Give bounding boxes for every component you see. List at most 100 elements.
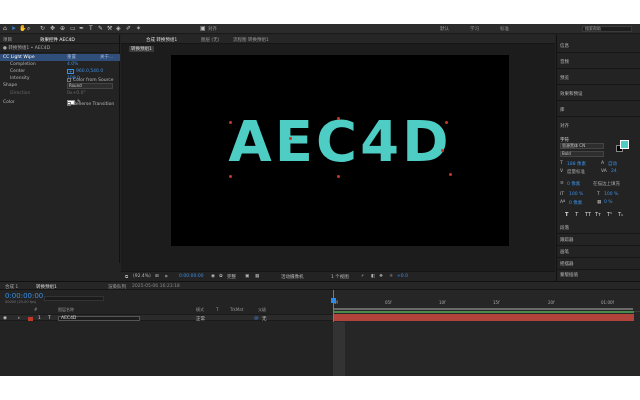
exposure-value[interactable]: +0.0 (397, 274, 408, 279)
canvas-text-aec4d[interactable]: AEC4D (171, 113, 509, 173)
rectangle-tool-icon[interactable]: ▭ (70, 26, 76, 32)
layer-name-field[interactable]: AEC4D (58, 315, 140, 321)
search-help-input[interactable]: 搜索帮助 (582, 26, 632, 32)
clone-tool-icon[interactable]: ⚒ (107, 26, 112, 32)
stroke-width-value[interactable]: 0 像素 (567, 181, 580, 187)
tab-effect-controls[interactable]: 效果控件 AEC4D (40, 37, 75, 43)
tab-comp-1[interactable]: 合成 1 (5, 284, 18, 290)
views-dropdown[interactable]: 1 个视图 (331, 274, 349, 280)
panel-tracker[interactable]: 跟踪器 (560, 237, 574, 243)
comp-crumb[interactable]: 转换预组1 (129, 46, 154, 52)
text-anchor-handle[interactable] (445, 121, 448, 124)
text-anchor-handle[interactable] (337, 117, 340, 120)
prop-color-from-source[interactable]: Color from Source (0, 78, 120, 98)
leading-value[interactable]: 自动 (608, 161, 617, 167)
panel-preview[interactable]: 预览 (560, 75, 569, 81)
label-color-swatch[interactable] (28, 316, 33, 321)
effect-header-row[interactable]: CC Light Wipe 重置 关于... (0, 54, 120, 61)
tab-composition[interactable]: 合成 转换预组1 (146, 37, 177, 43)
hand-tool-icon[interactable]: ✋ (19, 26, 26, 32)
tsume-value[interactable]: 0 % (604, 200, 613, 205)
prop-value[interactable]: 4.0% (67, 61, 78, 68)
timeline-graph[interactable]: 0f 05f 10f 15f 20f 01:00f (331, 290, 640, 376)
prop-center[interactable]: Center 960.0,540.0 ✛ (0, 68, 120, 75)
workspace-learn[interactable]: 学习 (470, 26, 479, 32)
panel-wiggler[interactable]: 摇摆器 (560, 261, 574, 267)
roi-icon[interactable]: ▣ (245, 274, 249, 279)
workspace-standard[interactable]: 标准 (500, 26, 509, 32)
current-time[interactable]: 0:00:00:00 (179, 274, 204, 279)
panel-mask-interpolation[interactable]: 蒙版插值 (560, 272, 578, 278)
tab-flowchart[interactable]: 流程图 转换预组1 (233, 37, 269, 43)
expand-arrow-icon[interactable]: ▸ (18, 316, 20, 321)
small-caps-button[interactable]: Tт (595, 212, 601, 218)
grid-icon[interactable]: ⊞ (155, 274, 159, 279)
panel-info[interactable]: 信息 (560, 43, 569, 49)
faux-italic-button[interactable]: T (575, 212, 578, 218)
timeline-timecode[interactable]: 0:00:00:00 (5, 292, 43, 300)
vscale-value[interactable]: 100 % (569, 192, 583, 197)
workspace-default[interactable]: 默认 (440, 26, 449, 32)
eraser-tool-icon[interactable]: ◈ (116, 26, 121, 32)
stroke-type-dropdown[interactable]: 在描边上填充 (593, 181, 620, 187)
crosshair-icon[interactable]: ✛ (67, 69, 74, 74)
hscale-value[interactable]: 100 % (604, 192, 618, 197)
tracking-value[interactable]: 24 (611, 169, 617, 174)
parent-dropdown[interactable]: 无 (262, 316, 267, 322)
fill-color-swatch[interactable] (620, 140, 629, 149)
selection-tool-icon[interactable]: ➤ (11, 26, 16, 32)
fast-preview-icon[interactable]: ⚡ (361, 274, 364, 279)
snap-icon[interactable]: ▣ (200, 26, 206, 32)
text-anchor-handle[interactable] (229, 175, 232, 178)
panel-align[interactable]: 对齐 (560, 123, 569, 129)
brush-tool-icon[interactable]: ✎ (98, 26, 103, 32)
pan-behind-tool-icon[interactable]: ⊕ (60, 26, 65, 32)
home-icon[interactable]: ⌂ (3, 26, 7, 32)
kerning-value[interactable]: 度量标准 (567, 169, 585, 175)
parent-pickwhip-icon[interactable]: @ (254, 316, 259, 321)
snapshot-icon[interactable]: ◉ (211, 274, 215, 279)
tab-precomp-1[interactable]: 转换预组1 (36, 284, 57, 290)
roto-brush-icon[interactable]: ✐ (126, 26, 131, 32)
zoom-dropdown[interactable]: (92.4%) (133, 274, 151, 279)
show-channel-icon[interactable]: ✿ (219, 274, 223, 279)
all-caps-button[interactable]: TT (585, 212, 591, 218)
transparency-grid-icon[interactable]: ▦ (255, 274, 259, 279)
baseline-value[interactable]: 0 像素 (569, 200, 582, 206)
reverse-transition-checkbox[interactable] (67, 102, 71, 106)
rotate-tool-icon[interactable]: ↻ (40, 26, 45, 32)
panel-paragraph[interactable]: 段落 (560, 225, 569, 231)
magnifier-icon[interactable]: ⧉ (125, 274, 128, 280)
subscript-button[interactable]: T₁ (618, 212, 623, 218)
flowchart-icon[interactable]: ❖ (379, 274, 383, 279)
font-size-value[interactable]: 188 像素 (567, 161, 586, 167)
blend-mode-dropdown[interactable]: 正常 (196, 316, 205, 322)
superscript-button[interactable]: T¹ (607, 212, 612, 218)
text-anchor-handle[interactable] (229, 121, 232, 124)
mask-icon[interactable]: ⌗ (165, 274, 168, 280)
text-anchor-handle[interactable] (441, 149, 444, 152)
text-anchor-handle[interactable] (337, 175, 340, 178)
faux-bold-button[interactable]: T (565, 212, 568, 218)
prop-completion[interactable]: Completion 4.0% (0, 61, 120, 68)
playhead-handle[interactable] (331, 298, 336, 303)
camera-dropdown[interactable]: 活动摄像机 (281, 274, 304, 280)
time-ruler[interactable]: 0f 05f 10f 15f 20f 01:00f (333, 298, 640, 312)
panel-library[interactable]: 库 (560, 107, 565, 113)
comp-canvas[interactable]: AEC4D (171, 55, 509, 246)
effect-about-link[interactable]: 关于... (100, 54, 113, 61)
panel-effects-presets[interactable]: 效果和预设 (560, 91, 583, 97)
puppet-tool-icon[interactable]: ✶ (136, 26, 141, 32)
prop-reverse-transition[interactable]: Reverse Transition (0, 102, 120, 119)
layer-row[interactable]: ◉ ▸ 1 T AEC4D 正常 @ 无 (0, 314, 333, 322)
layer-search-input[interactable] (44, 296, 104, 301)
tab-render-queue[interactable]: 渲染队列 (108, 284, 126, 290)
font-style-dropdown[interactable]: Bold (560, 151, 604, 157)
resolution-dropdown[interactable]: 完整 (227, 274, 236, 280)
visibility-eye-icon[interactable]: ◉ (3, 316, 7, 321)
text-anchor-handle[interactable] (289, 137, 292, 140)
panel-audio[interactable]: 音频 (560, 59, 569, 65)
prop-value[interactable]: 960.0,540.0 (76, 68, 103, 75)
timeline-icon[interactable]: ◧ (371, 274, 375, 279)
exposure-icon[interactable]: ☼ (389, 274, 393, 279)
